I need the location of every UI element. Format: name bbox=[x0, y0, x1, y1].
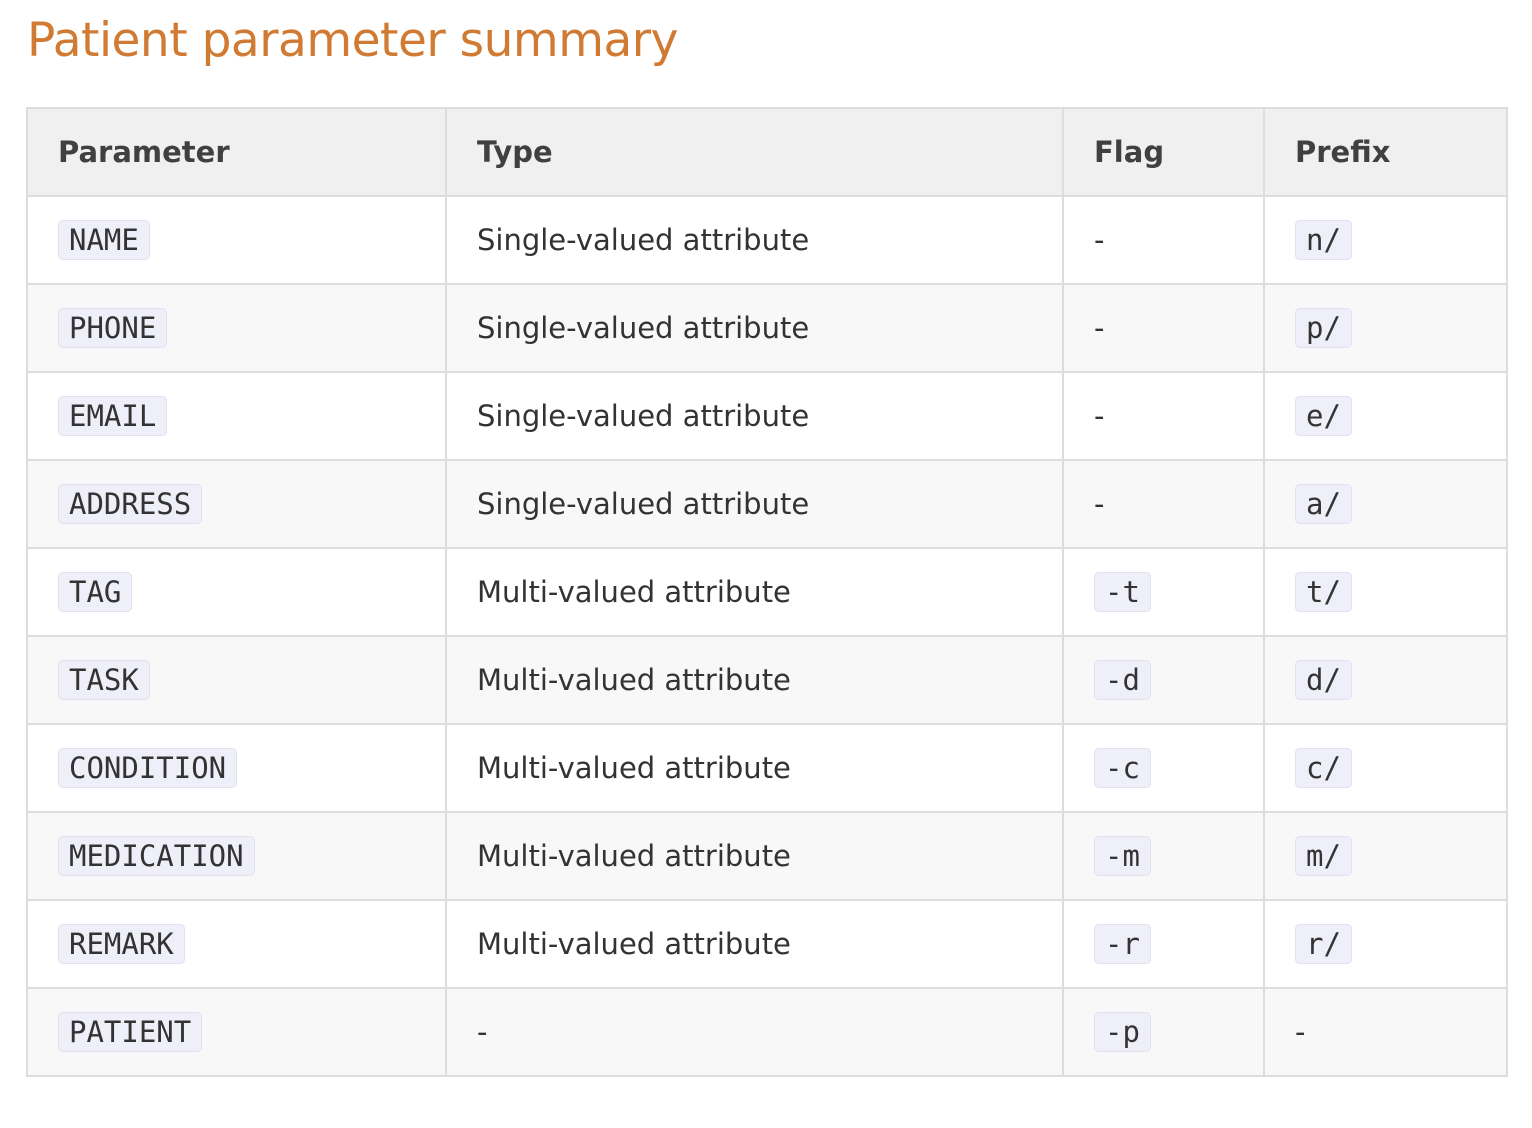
flag-cell: - bbox=[1062, 195, 1265, 285]
header-parameter: Parameter bbox=[26, 107, 447, 197]
prefix-code: e/ bbox=[1295, 396, 1352, 436]
prefix-cell: c/ bbox=[1263, 723, 1508, 813]
type-cell: Multi-valued attribute bbox=[445, 547, 1064, 637]
type-cell: Single-valued attribute bbox=[445, 195, 1064, 285]
flag-cell: -c bbox=[1062, 723, 1265, 813]
flag-code: -t bbox=[1094, 572, 1151, 612]
table-row: REMARK Multi-valued attribute -r r/ bbox=[26, 899, 1508, 989]
parameter-code: NAME bbox=[58, 220, 150, 260]
table-row: PATIENT - -p - bbox=[26, 987, 1508, 1077]
type-cell: Multi-valued attribute bbox=[445, 723, 1064, 813]
prefix-code: t/ bbox=[1295, 572, 1352, 612]
flag-cell: -d bbox=[1062, 635, 1265, 725]
prefix-code: p/ bbox=[1295, 308, 1352, 348]
prefix-code: a/ bbox=[1295, 484, 1352, 524]
parameter-cell: CONDITION bbox=[26, 723, 447, 813]
parameter-cell: TASK bbox=[26, 635, 447, 725]
parameter-code: CONDITION bbox=[58, 748, 238, 788]
table-row: TASK Multi-valued attribute -d d/ bbox=[26, 635, 1508, 725]
flag-code: -p bbox=[1094, 1012, 1151, 1052]
table-row: EMAIL Single-valued attribute - e/ bbox=[26, 371, 1508, 461]
header-flag: Flag bbox=[1062, 107, 1265, 197]
flag-code: -m bbox=[1094, 836, 1151, 876]
table-row: ADDRESS Single-valued attribute - a/ bbox=[26, 459, 1508, 549]
prefix-cell: m/ bbox=[1263, 811, 1508, 901]
flag-code: -r bbox=[1094, 924, 1151, 964]
parameter-cell: PHONE bbox=[26, 283, 447, 373]
parameter-table: Parameter Type Flag Prefix NAME Single-va… bbox=[26, 107, 1508, 1077]
table-row: TAG Multi-valued attribute -t t/ bbox=[26, 547, 1508, 637]
table-row: NAME Single-valued attribute - n/ bbox=[26, 195, 1508, 285]
type-cell: Multi-valued attribute bbox=[445, 899, 1064, 989]
table-row: PHONE Single-valued attribute - p/ bbox=[26, 283, 1508, 373]
header-prefix: Prefix bbox=[1263, 107, 1508, 197]
parameter-cell: EMAIL bbox=[26, 371, 447, 461]
flag-cell: -p bbox=[1062, 987, 1265, 1077]
parameter-code: EMAIL bbox=[58, 396, 168, 436]
parameter-code: MEDICATION bbox=[58, 836, 255, 876]
prefix-code: c/ bbox=[1295, 748, 1352, 788]
table-body: NAME Single-valued attribute - n/PHONE Singl… bbox=[26, 195, 1508, 1077]
flag-code: -c bbox=[1094, 748, 1151, 788]
prefix-cell: r/ bbox=[1263, 899, 1508, 989]
type-cell: Single-valued attribute bbox=[445, 283, 1064, 373]
flag-cell: -t bbox=[1062, 547, 1265, 637]
prefix-code: r/ bbox=[1295, 924, 1352, 964]
parameter-code: ADDRESS bbox=[58, 484, 203, 524]
type-cell: Single-valued attribute bbox=[445, 459, 1064, 549]
parameter-code: PATIENT bbox=[58, 1012, 203, 1052]
flag-code: -d bbox=[1094, 660, 1151, 700]
type-cell: - bbox=[445, 987, 1064, 1077]
parameter-cell: PATIENT bbox=[26, 987, 447, 1077]
page-title: Patient parameter summary bbox=[27, 13, 678, 68]
parameter-cell: ADDRESS bbox=[26, 459, 447, 549]
parameter-code: REMARK bbox=[58, 924, 185, 964]
header-type: Type bbox=[445, 107, 1064, 197]
flag-cell: - bbox=[1062, 459, 1265, 549]
type-cell: Single-valued attribute bbox=[445, 371, 1064, 461]
table-row: CONDITION Multi-valued attribute -c c/ bbox=[26, 723, 1508, 813]
prefix-cell: e/ bbox=[1263, 371, 1508, 461]
table-header-row: Parameter Type Flag Prefix bbox=[26, 107, 1508, 197]
prefix-cell: n/ bbox=[1263, 195, 1508, 285]
prefix-code: d/ bbox=[1295, 660, 1352, 700]
prefix-cell: a/ bbox=[1263, 459, 1508, 549]
prefix-cell: t/ bbox=[1263, 547, 1508, 637]
prefix-code: n/ bbox=[1295, 220, 1352, 260]
flag-cell: - bbox=[1062, 283, 1265, 373]
parameter-cell: MEDICATION bbox=[26, 811, 447, 901]
table-row: MEDICATION Multi-valued attribute -m m/ bbox=[26, 811, 1508, 901]
type-cell: Multi-valued attribute bbox=[445, 635, 1064, 725]
flag-cell: -r bbox=[1062, 899, 1265, 989]
parameter-code: PHONE bbox=[58, 308, 168, 348]
flag-cell: -m bbox=[1062, 811, 1265, 901]
prefix-code: m/ bbox=[1295, 836, 1352, 876]
parameter-code: TAG bbox=[58, 572, 133, 612]
prefix-cell: p/ bbox=[1263, 283, 1508, 373]
type-cell: Multi-valued attribute bbox=[445, 811, 1064, 901]
parameter-code: TASK bbox=[58, 660, 150, 700]
prefix-cell: - bbox=[1263, 987, 1508, 1077]
flag-cell: - bbox=[1062, 371, 1265, 461]
prefix-cell: d/ bbox=[1263, 635, 1508, 725]
parameter-cell: NAME bbox=[26, 195, 447, 285]
parameter-cell: TAG bbox=[26, 547, 447, 637]
parameter-cell: REMARK bbox=[26, 899, 447, 989]
